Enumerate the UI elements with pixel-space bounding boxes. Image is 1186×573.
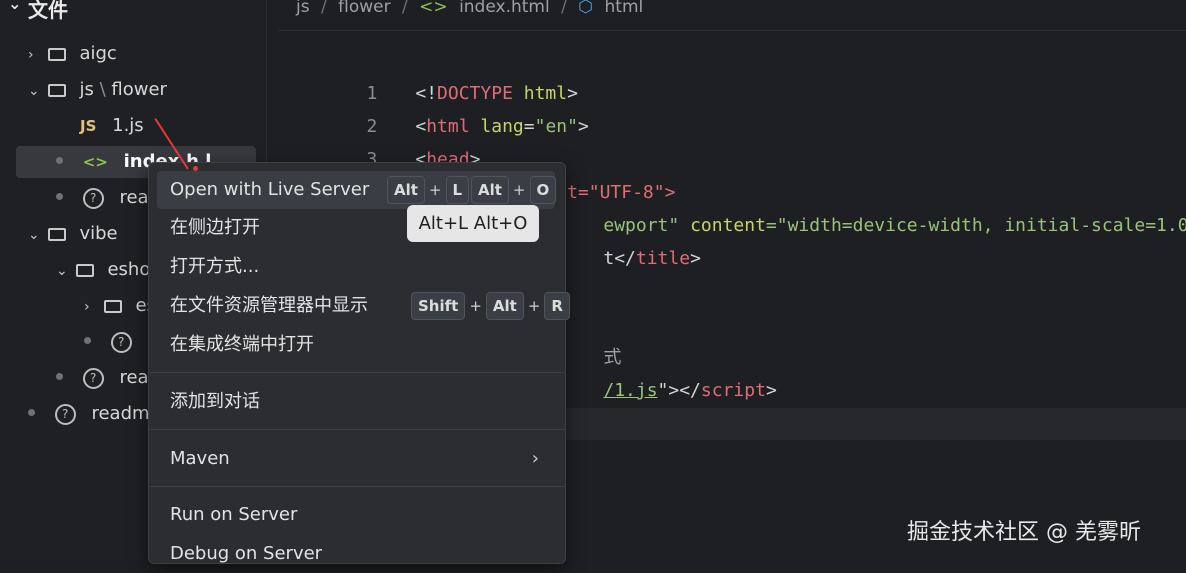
tree-item-esho[interactable]: ⌄ esho <box>56 254 150 286</box>
chevron-down-icon: ⌄ <box>28 227 40 243</box>
menu-item-open-with[interactable]: 打开方式... <box>157 248 555 286</box>
menu-separator <box>149 372 565 373</box>
breadcrumb: js / flower / <> index.html / ⬡ html <box>278 0 1186 31</box>
menu-item-run-on-server[interactable]: Run on Server <box>157 496 555 534</box>
breadcrumb-flower[interactable]: flower <box>338 0 390 17</box>
tree-item-vibe[interactable]: ⌄ vibe <box>28 218 118 250</box>
tree-item-es[interactable]: › es <box>84 290 156 322</box>
shortcut-keys: Shift + Alt + R <box>411 292 570 320</box>
folder-open-icon <box>75 264 94 277</box>
tree-item-js-flower[interactable]: ⌄ js \ flower <box>28 74 167 106</box>
menu-separator <box>149 486 565 487</box>
menu-item-reveal-in-explorer[interactable]: 在文件资源管理器中显示 Shift + Alt + R <box>157 287 570 325</box>
annotation-arrow-tip <box>193 166 198 171</box>
js-file-icon: JS <box>80 117 97 135</box>
menu-item-debug-on-server[interactable]: Debug on Server <box>157 535 555 573</box>
chevron-down-icon: ⌄ <box>8 0 22 13</box>
chevron-right-icon: › <box>28 47 34 63</box>
code-line: 3 <head> <box>366 149 481 170</box>
element-cube-icon: ⬡ <box>578 0 594 17</box>
menu-item-open-live-server[interactable]: Open with Live Server Alt + L Alt + O <box>157 171 557 209</box>
html-file-icon: <> <box>82 153 108 171</box>
dot-icon <box>56 373 63 380</box>
shortcut-tooltip: Alt+L Alt+O <box>407 205 539 242</box>
tree-item-aigc[interactable]: › aigc <box>28 38 117 70</box>
breadcrumb-js[interactable]: js <box>296 0 310 17</box>
shortcut-keys: Alt + O <box>471 176 557 204</box>
dot-icon <box>28 409 35 416</box>
chevron-right-icon: › <box>531 448 539 469</box>
question-icon: ? <box>82 368 104 389</box>
tree-item-readme[interactable]: ? read <box>56 182 160 214</box>
code-line: 1 <!DOCTYPE html> <box>366 83 578 104</box>
tree-item-read[interactable]: ? read <box>56 362 160 394</box>
explorer-header[interactable]: ⌄ 文件 <box>8 0 68 23</box>
chevron-down-icon: ⌄ <box>28 83 40 99</box>
dot-icon <box>84 337 91 344</box>
code-line: /1.js"></script> <box>603 380 777 401</box>
tree-item-1js[interactable]: JS 1.js <box>80 110 144 142</box>
explorer-title: 文件 <box>28 0 68 22</box>
chevron-right-icon: › <box>84 299 90 315</box>
code-line: 2 <html lang="en"> <box>366 116 589 137</box>
menu-separator <box>149 429 565 430</box>
dot-icon <box>56 157 63 164</box>
breadcrumb-html[interactable]: html <box>605 0 644 17</box>
question-icon: ? <box>110 332 132 353</box>
chevron-down-icon: ⌄ <box>56 263 68 279</box>
watermark: 掘金技术社区 @ 羌雾昕 <box>907 520 1141 545</box>
menu-item-open-in-terminal[interactable]: 在集成终端中打开 <box>157 326 555 364</box>
question-icon: ? <box>54 404 76 425</box>
folder-open-icon <box>47 228 66 241</box>
code-line: ewport" content="width=device-width, ini… <box>603 215 1186 236</box>
folder-open-icon <box>47 84 66 97</box>
breadcrumb-index-html[interactable]: index.html <box>459 0 550 17</box>
shortcut-keys: Alt + L <box>387 176 470 204</box>
question-icon: ? <box>82 188 104 209</box>
menu-item-maven[interactable]: Maven › <box>157 440 555 478</box>
folder-icon <box>103 300 122 313</box>
folder-icon <box>47 48 66 61</box>
tree-item-readme-root[interactable]: ? readme <box>28 398 161 430</box>
menu-item-add-to-chat[interactable]: 添加到对话 <box>157 383 555 421</box>
dot-icon <box>56 193 63 200</box>
code-line: t</title> <box>603 248 701 269</box>
html-file-icon: <> <box>419 0 448 17</box>
